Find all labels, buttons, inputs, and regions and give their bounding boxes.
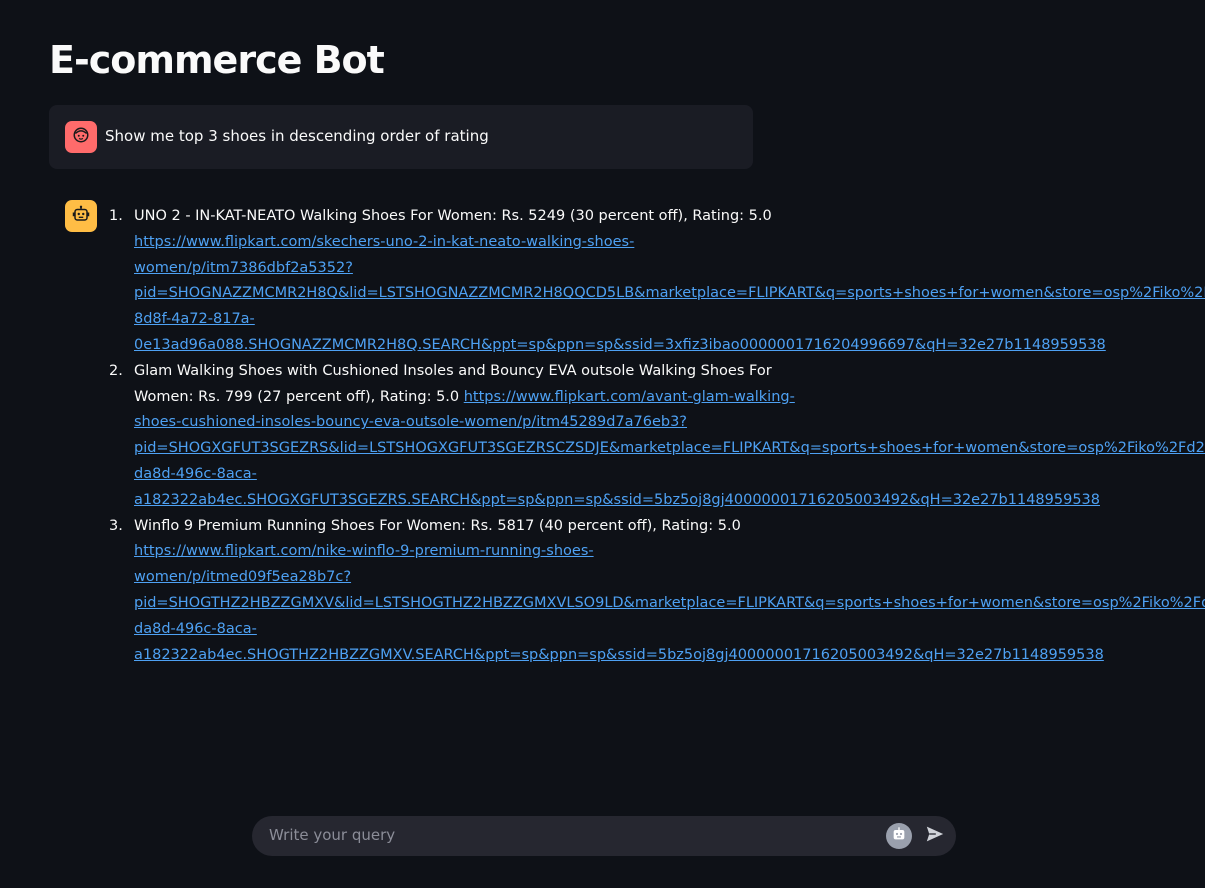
result-line: 8d8f-4a72-817a-	[134, 307, 1205, 333]
result-line: 0e13ad96a088.SHOGNAZZMCMR2H8Q.SEARCH&ppt…	[134, 333, 1205, 359]
result-link[interactable]: shoes-cushioned-insoles-bouncy-eva-outso…	[134, 414, 687, 430]
result-line: women/p/itm7386dbf2a5352?	[134, 256, 1205, 282]
result-line: UNO 2 - IN-KAT-NEATO Walking Shoes For W…	[134, 204, 1205, 230]
user-message-text: Show me top 3 shoes in descending order …	[105, 127, 489, 145]
result-item: 1. UNO 2 - IN-KAT-NEATO Walking Shoes Fo…	[109, 204, 1205, 359]
result-line: a182322ab4ec.SHOGXGFUT3SGEZRS.SEARCH&ppt…	[134, 488, 1205, 514]
result-link[interactable]: https://www.flipkart.com/avant-glam-walk…	[464, 389, 795, 405]
result-line: women/p/itmed09f5ea28b7c?	[134, 565, 1205, 591]
result-text: Women: Rs. 799 (27 percent off), Rating:…	[134, 388, 464, 405]
app-page: E-commerce Bot Show me top 3 shoes in de…	[0, 0, 1205, 888]
result-item: 2. Glam Walking Shoes with Cushioned Ins…	[109, 359, 1205, 514]
result-line: https://www.flipkart.com/skechers-uno-2-…	[134, 230, 1205, 256]
result-line: https://www.flipkart.com/nike-winflo-9-p…	[134, 539, 1205, 565]
result-link[interactable]: a182322ab4ec.SHOGXGFUT3SGEZRS.SEARCH&ppt…	[134, 492, 1100, 508]
result-line: da8d-496c-8aca-	[134, 462, 1205, 488]
result-link[interactable]: women/p/itm7386dbf2a5352?	[134, 260, 353, 276]
result-number: 1.	[109, 208, 123, 224]
result-link[interactable]: da8d-496c-8aca-	[134, 621, 257, 637]
assistant-message: 1. UNO 2 - IN-KAT-NEATO Walking Shoes Fo…	[109, 204, 1205, 668]
result-line: pid=SHOGTHZ2HBZZGMXV&lid=LSTSHOGTHZ2HBZZ…	[134, 591, 1205, 617]
assistant-avatar	[65, 200, 97, 232]
page-title: E-commerce Bot	[49, 38, 385, 82]
result-link[interactable]: 0e13ad96a088.SHOGNAZZMCMR2H8Q.SEARCH&ppt…	[134, 337, 1106, 353]
result-number: 2.	[109, 362, 123, 379]
user-face-icon	[72, 126, 90, 148]
result-line: Winflo 9 Premium Running Shoes For Women…	[134, 514, 1205, 540]
result-line: shoes-cushioned-insoles-bouncy-eva-outso…	[134, 410, 1205, 436]
user-avatar	[65, 121, 97, 153]
result-text: UNO 2 - IN-KAT-NEATO Walking Shoes For W…	[134, 208, 772, 224]
result-line: pid=SHOGXGFUT3SGEZRS&lid=LSTSHOGXGFUT3SG…	[134, 436, 1205, 462]
chat-input-placeholder[interactable]: Write your query	[269, 826, 395, 844]
result-link[interactable]: a182322ab4ec.SHOGTHZ2HBZZGMXV.SEARCH&ppt…	[134, 647, 1104, 663]
result-line: Women: Rs. 799 (27 percent off), Rating:…	[134, 385, 1205, 411]
result-line: da8d-496c-8aca-	[134, 617, 1205, 643]
result-link[interactable]: pid=SHOGTHZ2HBZZGMXV&lid=LSTSHOGTHZ2HBZZ…	[134, 595, 1205, 611]
send-icon	[925, 825, 945, 847]
result-line: Glam Walking Shoes with Cushioned Insole…	[134, 359, 1205, 385]
result-text: Winflo 9 Premium Running Shoes For Women…	[134, 517, 741, 534]
result-item: 3. Winflo 9 Premium Running Shoes For Wo…	[109, 514, 1205, 669]
result-link[interactable]: da8d-496c-8aca-	[134, 466, 257, 482]
result-line: pid=SHOGNAZZMCMR2H8Q&lid=LSTSHOGNAZZMCMR…	[134, 281, 1205, 307]
result-text: Glam Walking Shoes with Cushioned Insole…	[134, 362, 772, 379]
user-message: Show me top 3 shoes in descending order …	[49, 105, 753, 169]
robot-icon	[891, 826, 907, 846]
result-number: 3.	[109, 517, 123, 534]
robot-icon	[72, 205, 90, 227]
chat-input-bar[interactable]: Write your query	[252, 816, 956, 856]
result-link[interactable]: https://www.flipkart.com/nike-winflo-9-p…	[134, 543, 594, 559]
result-link[interactable]: 8d8f-4a72-817a-	[134, 311, 255, 327]
bot-button[interactable]	[886, 823, 912, 849]
result-link[interactable]: https://www.flipkart.com/skechers-uno-2-…	[134, 234, 634, 250]
result-link[interactable]: pid=SHOGNAZZMCMR2H8Q&lid=LSTSHOGNAZZMCMR…	[134, 285, 1205, 301]
send-button[interactable]	[924, 826, 946, 846]
result-line: a182322ab4ec.SHOGTHZ2HBZZGMXV.SEARCH&ppt…	[134, 643, 1205, 669]
result-link[interactable]: pid=SHOGXGFUT3SGEZRS&lid=LSTSHOGXGFUT3SG…	[134, 440, 1205, 456]
result-link[interactable]: women/p/itmed09f5ea28b7c?	[134, 569, 351, 585]
